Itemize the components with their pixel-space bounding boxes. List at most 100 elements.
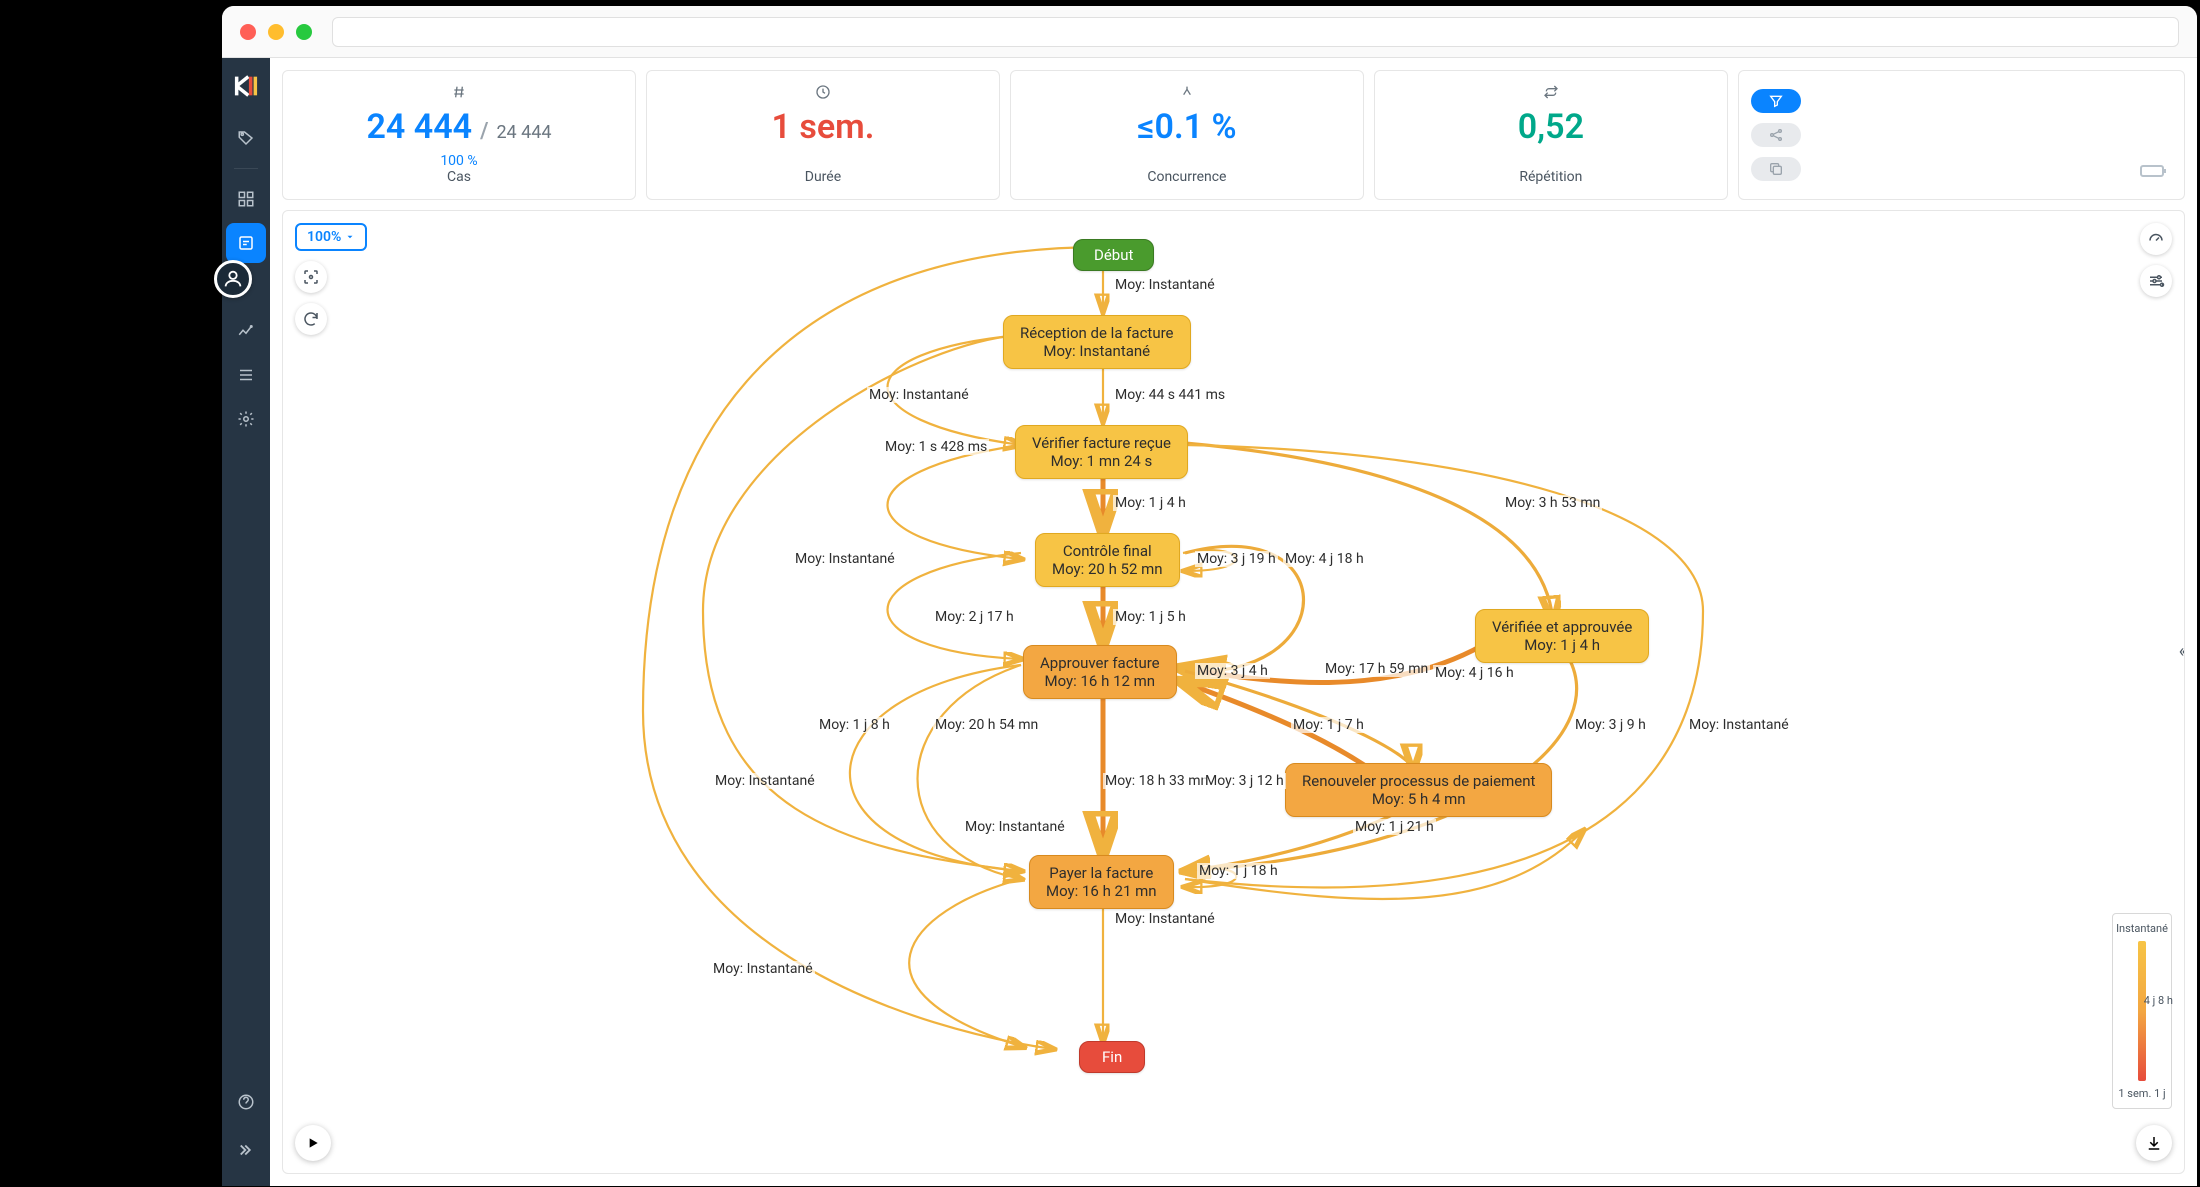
legend-mid: 4 j 8 h [2144, 994, 2173, 1007]
maximize-window-icon[interactable] [296, 24, 312, 40]
node-sublabel: Moy: 1 j 4 h [1492, 636, 1632, 654]
legend-top: Instantané [2116, 922, 2168, 935]
canvas-toolbox-right [2140, 223, 2172, 297]
legend: Instantané 4 j 8 h 1 sem. 1 j [2112, 913, 2172, 1109]
node-start-label: Début [1094, 246, 1133, 264]
node-sublabel: Moy: 1 mn 24 s [1032, 452, 1171, 470]
edge-label: Moy: Instantané [713, 773, 817, 789]
edge-label: Moy: Instantané [867, 387, 971, 403]
play-button[interactable] [295, 1125, 331, 1161]
edge-label: Moy: 2 j 17 h [933, 609, 1016, 625]
node-renouveler[interactable]: Renouveler processus de paiementMoy: 5 h… [1285, 763, 1552, 817]
edge-label: Moy: 1 j 7 h [1291, 717, 1366, 733]
duration-label: Durée [805, 169, 841, 185]
branch-icon [1179, 81, 1195, 103]
node-sublabel: Moy: 5 h 4 mn [1302, 790, 1535, 808]
metric-card-repetition[interactable]: 0,52 Répétition [1374, 70, 1728, 200]
sidebar-item-settings[interactable] [226, 399, 266, 439]
node-label: Renouveler processus de paiement [1302, 772, 1535, 790]
avatar[interactable] [214, 260, 252, 298]
address-bar[interactable] [332, 17, 2179, 47]
sidebar [222, 58, 270, 1186]
metric-card-duration[interactable]: 1 sem. Durée [646, 70, 1000, 200]
filter-button[interactable] [1751, 89, 1801, 113]
sidebar-item-grid[interactable] [226, 179, 266, 219]
edge-label: Moy: 1 s 428 ms [883, 439, 989, 455]
node-label: Vérifier facture reçue [1032, 434, 1171, 452]
rotate-button[interactable] [295, 303, 327, 335]
sidebar-item-help[interactable] [226, 1082, 266, 1122]
sidebar-separator [234, 168, 258, 169]
edge-label: Moy: 3 j 12 h [1203, 773, 1286, 789]
edge-label: Moy: 1 j 18 h [1197, 863, 1280, 879]
download-button[interactable] [2136, 1125, 2172, 1161]
sidebar-item-process[interactable] [226, 223, 266, 263]
cases-label: Cas [447, 169, 471, 185]
node-start[interactable]: Début [1073, 239, 1154, 271]
edge-label: Moy: 18 h 33 mn [1103, 773, 1210, 789]
sidebar-item-list[interactable] [226, 355, 266, 395]
edge-label: Moy: 4 j 18 h [1283, 551, 1366, 567]
node-controle[interactable]: Contrôle finalMoy: 20 h 52 mn [1035, 533, 1180, 587]
concurrency-value: ≤0.1 % [1137, 107, 1236, 147]
node-approuver[interactable]: Approuver factureMoy: 16 h 12 mn [1023, 645, 1177, 699]
repeat-icon [1543, 81, 1559, 103]
sidebar-expand-icon[interactable] [226, 1130, 266, 1170]
edge-label: Moy: Instantané [711, 961, 815, 977]
legend-gradient [2138, 941, 2146, 1081]
close-window-icon[interactable] [240, 24, 256, 40]
node-label: Payer la facture [1049, 864, 1153, 882]
hash-icon [451, 81, 467, 103]
zoom-value: 100% [307, 229, 341, 245]
speed-button[interactable] [2140, 223, 2172, 255]
node-end[interactable]: Fin [1079, 1041, 1145, 1073]
share-button[interactable] [1751, 123, 1801, 147]
metric-card-concurrency[interactable]: ≤0.1 % Concurrence [1010, 70, 1364, 200]
metrics-row: 24 444 / 24 444 100 % Cas 1 sem. Durée ≤… [270, 58, 2197, 200]
edge-label: Moy: Instantané [1113, 277, 1217, 293]
collapse-panel-icon[interactable]: « [2174, 631, 2185, 671]
node-payer[interactable]: Payer la factureMoy: 16 h 21 mn [1029, 855, 1174, 909]
edge-label: Moy: 3 j 9 h [1573, 717, 1648, 733]
node-sublabel: Moy: Instantané [1020, 342, 1174, 360]
node-sublabel: Moy: 20 h 52 mn [1052, 560, 1163, 578]
node-end-label: Fin [1102, 1048, 1122, 1066]
battery-icon [2140, 163, 2168, 183]
edge-label: Moy: 4 j 16 h [1433, 665, 1516, 681]
edge-label: Moy: 1 j 4 h [1113, 495, 1188, 511]
node-label: Réception de la facture [1020, 324, 1174, 342]
metric-card-cases[interactable]: 24 444 / 24 444 100 % Cas [282, 70, 636, 200]
edge-label: Moy: Instantané [963, 819, 1067, 835]
concurrency-label: Concurrence [1147, 169, 1226, 185]
node-verifiee[interactable]: Vérifiée et approuvéeMoy: 1 j 4 h [1475, 609, 1649, 663]
canvas-toolbox-left: 100% [295, 223, 367, 335]
browser-window: 24 444 / 24 444 100 % Cas 1 sem. Durée ≤… [222, 6, 2197, 1186]
edge-label: Moy: Instantané [1113, 911, 1217, 927]
node-label: Contrôle final [1063, 542, 1152, 560]
edge-label: Moy: 1 j 8 h [817, 717, 892, 733]
node-verifier[interactable]: Vérifier facture reçueMoy: 1 mn 24 s [1015, 425, 1188, 479]
edge-label: Moy: 20 h 54 mn [933, 717, 1040, 733]
repetition-value: 0,52 [1518, 107, 1584, 147]
canvas[interactable]: 100% [282, 210, 2185, 1174]
app-logo[interactable] [232, 72, 260, 100]
edge-label: Moy: 3 j 19 h [1195, 551, 1278, 567]
center-view-button[interactable] [295, 261, 327, 293]
cases-percent: 100 % [440, 153, 477, 169]
minimize-window-icon[interactable] [268, 24, 284, 40]
sliders-button[interactable] [2140, 265, 2172, 297]
edge-label: Moy: 1 j 21 h [1353, 819, 1436, 835]
node-sublabel: Moy: 16 h 12 mn [1040, 672, 1160, 690]
zoom-select[interactable]: 100% [295, 223, 367, 251]
edge-label: Moy: 44 s 441 ms [1113, 387, 1227, 403]
filters-card [1738, 70, 2185, 200]
chevron-down-icon [345, 232, 355, 242]
sidebar-item-tag[interactable] [226, 118, 266, 158]
node-sublabel: Moy: 16 h 21 mn [1046, 882, 1157, 900]
main-area: 24 444 / 24 444 100 % Cas 1 sem. Durée ≤… [270, 58, 2197, 1186]
copy-button[interactable] [1751, 157, 1801, 181]
legend-bottom: 1 sem. 1 j [2118, 1087, 2165, 1100]
node-reception[interactable]: Réception de la factureMoy: Instantané [1003, 315, 1191, 369]
edge-label: Moy: 1 j 5 h [1113, 609, 1188, 625]
sidebar-item-variants[interactable] [226, 311, 266, 351]
